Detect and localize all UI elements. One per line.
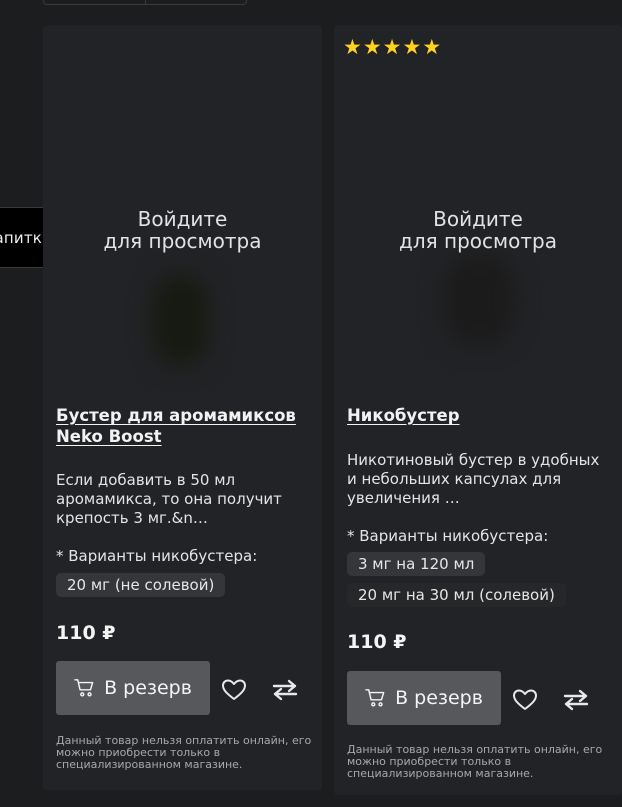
- top-tab-right[interactable]: [146, 0, 247, 4]
- cart-icon: [74, 679, 94, 697]
- reserve-button[interactable]: В резерв: [347, 671, 501, 725]
- variants-label: * Варианты никобустера:: [56, 547, 258, 565]
- purchase-note: Данный товар нельзя оплатить онлайн, его…: [347, 743, 603, 780]
- variant-option[interactable]: 20 мг (не солевой): [56, 573, 226, 597]
- login-overlay-line1: Войдите: [137, 207, 228, 231]
- product-image[interactable]: Войдите для просмотра: [334, 45, 622, 395]
- blurred-product-photo: [444, 255, 514, 345]
- reserve-button-label: В резерв: [104, 677, 192, 699]
- compare-button[interactable]: [562, 686, 590, 714]
- product-card: ★ ★ ★ ★ ★ Войдите для просмотра Никобуст…: [334, 25, 622, 795]
- heart-icon: [222, 679, 246, 700]
- login-to-view-overlay[interactable]: Войдите для просмотра: [334, 208, 622, 252]
- product-description: Никотиновый бустер в удобных и небольших…: [347, 451, 600, 507]
- reserve-button[interactable]: В резерв: [56, 661, 210, 715]
- product-title-link[interactable]: Бустер для аромамиксов Neko Boost: [56, 405, 312, 447]
- product-description: Если добавить в 50 мл аромамикса, то она…: [56, 471, 282, 527]
- product-image[interactable]: Войдите для просмотра: [43, 45, 322, 395]
- login-overlay-line2: для просмотра: [399, 229, 557, 253]
- variant-option[interactable]: 20 мг на 30 мл (солевой): [347, 583, 566, 607]
- purchase-note: Данный товар нельзя оплатить онлайн, его…: [56, 734, 312, 771]
- reserve-button-label: В резерв: [395, 687, 483, 709]
- product-price: 110 ₽: [56, 622, 116, 644]
- variants-label: * Варианты никобустера:: [347, 527, 549, 545]
- compare-button[interactable]: [271, 676, 299, 704]
- top-tab-left[interactable]: [44, 0, 146, 4]
- heart-icon: [513, 689, 537, 710]
- blurred-product-photo: [153, 275, 208, 365]
- product-title-link[interactable]: Никобустер: [347, 405, 612, 426]
- login-overlay-line2: для просмотра: [103, 229, 262, 253]
- favorite-button[interactable]: [511, 686, 539, 714]
- favorite-button[interactable]: [220, 676, 248, 704]
- top-tab-group: [43, 0, 247, 5]
- variant-option[interactable]: 3 мг на 120 мл: [347, 552, 486, 576]
- product-card: Войдите для просмотра Бустер для аромами…: [43, 25, 322, 790]
- cart-icon: [365, 689, 385, 707]
- compare-arrows-icon: [563, 689, 589, 711]
- product-price: 110 ₽: [347, 631, 407, 653]
- login-to-view-overlay[interactable]: Войдите для просмотра: [43, 208, 322, 252]
- compare-arrows-icon: [272, 679, 298, 701]
- login-overlay-line1: Войдите: [433, 207, 523, 231]
